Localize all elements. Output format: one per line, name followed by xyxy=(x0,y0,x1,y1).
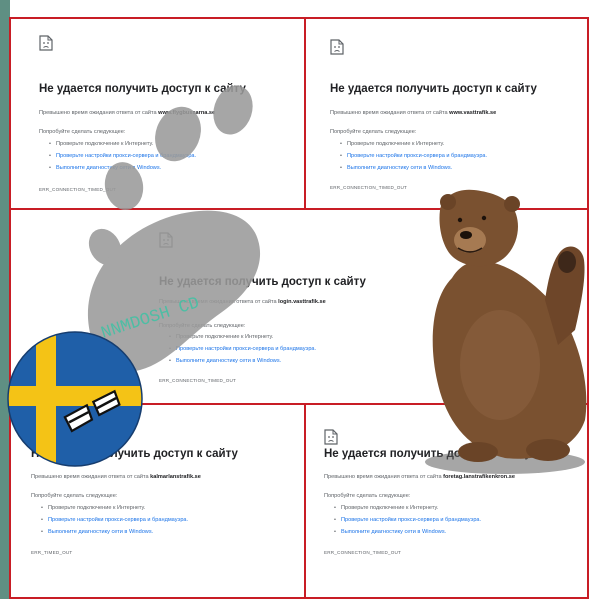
error-page-panel-5: Не удается получить доступ к сайту Превы… xyxy=(304,403,589,599)
sad-document-icon xyxy=(39,35,53,51)
site-domain: login.vasttrafik.se xyxy=(278,299,326,305)
site-domain: www.flygbussarna.se xyxy=(158,110,216,116)
timeout-message: Превышено время ожидания ответа от сайта… xyxy=(159,299,326,305)
run-diagnostics-link[interactable]: Выполните диагностику сети в Windows. xyxy=(340,165,452,171)
check-connection-item: Проверьте подключение к Интернету. xyxy=(49,141,153,147)
run-diagnostics-link[interactable]: Выполните диагностику сети в Windows. xyxy=(169,358,281,364)
error-title: Не удается получить доступ к сайту xyxy=(324,448,531,460)
error-title: Не удается получить доступ к сайту xyxy=(330,83,537,95)
check-connection-item: Проверьте подключение к Интернету. xyxy=(41,505,145,511)
check-connection-item: Проверьте подключение к Интернету. xyxy=(169,334,273,340)
sad-document-icon xyxy=(324,429,338,445)
error-title: Не удается получить доступ к сайту xyxy=(31,448,238,460)
error-title: Не удается получить доступ к сайту xyxy=(159,276,366,288)
error-code: ERR_CONNECTION_TIMED_OUT xyxy=(330,185,408,190)
error-code: ERR_TIMED_OUT xyxy=(31,550,73,555)
sad-document-icon xyxy=(159,232,173,248)
check-proxy-link[interactable]: Проверьте настройки прокси-сервера и бра… xyxy=(41,517,188,523)
error-code: ERR_CONNECTION_TIMED_OUT xyxy=(159,378,237,383)
site-domain: kalmarlanstrafik.se xyxy=(150,474,201,480)
try-label: Попробуйте сделать следующее: xyxy=(330,129,417,135)
timeout-message: Превышено время ожидания ответа от сайта… xyxy=(31,474,201,480)
check-connection-item: Проверьте подключение к Интернету. xyxy=(340,141,444,147)
try-label: Попробуйте сделать следующее: xyxy=(159,323,246,329)
timeout-message: Превышено время ожидания ответа от сайта… xyxy=(324,474,515,480)
run-diagnostics-link[interactable]: Выполните диагностику сети в Windows. xyxy=(334,529,446,535)
error-code: ERR_CONNECTION_TIMED_OUT xyxy=(39,187,117,192)
check-proxy-link[interactable]: Проверьте настройки прокси-сервера и бра… xyxy=(340,153,487,159)
check-proxy-link[interactable]: Проверьте настройки прокси-сервера и бра… xyxy=(334,517,481,523)
check-connection-item: Проверьте подключение к Интернету. xyxy=(334,505,438,511)
try-label: Попробуйте сделать следующее: xyxy=(31,493,118,499)
error-title: Не удается получить доступ к сайту xyxy=(39,83,246,95)
top-strip xyxy=(0,0,589,17)
error-page-panel-1: Не удается получить доступ к сайту Превы… xyxy=(9,17,306,210)
collage-screen: Не удается получить доступ к сайту Превы… xyxy=(0,0,589,599)
site-domain: foretag.lanstrafikenkron.se xyxy=(443,474,515,480)
error-page-panel-4: Не удается получить доступ к сайту Превы… xyxy=(9,403,306,599)
run-diagnostics-link[interactable]: Выполните диагностику сети в Windows. xyxy=(49,165,161,171)
run-diagnostics-link[interactable]: Выполните диагностику сети в Windows. xyxy=(41,529,153,535)
error-page-panel-2: Не удается получить доступ к сайту Превы… xyxy=(304,17,589,210)
timeout-message: Превышено время ожидания ответа от сайта… xyxy=(330,110,497,116)
error-page-panel-3: Не удается получить доступ к сайту Превы… xyxy=(9,208,589,405)
site-domain: www.vasttrafik.se xyxy=(449,110,497,116)
error-code: ERR_CONNECTION_TIMED_OUT xyxy=(324,550,402,555)
sad-document-icon xyxy=(330,39,344,55)
check-proxy-link[interactable]: Проверьте настройки прокси-сервера и бра… xyxy=(49,153,196,159)
check-proxy-link[interactable]: Проверьте настройки прокси-сервера и бра… xyxy=(169,346,316,352)
timeout-message: Превышено время ожидания ответа от сайта… xyxy=(39,110,216,116)
try-label: Попробуйте сделать следующее: xyxy=(324,493,411,499)
try-label: Попробуйте сделать следующее: xyxy=(39,129,126,135)
